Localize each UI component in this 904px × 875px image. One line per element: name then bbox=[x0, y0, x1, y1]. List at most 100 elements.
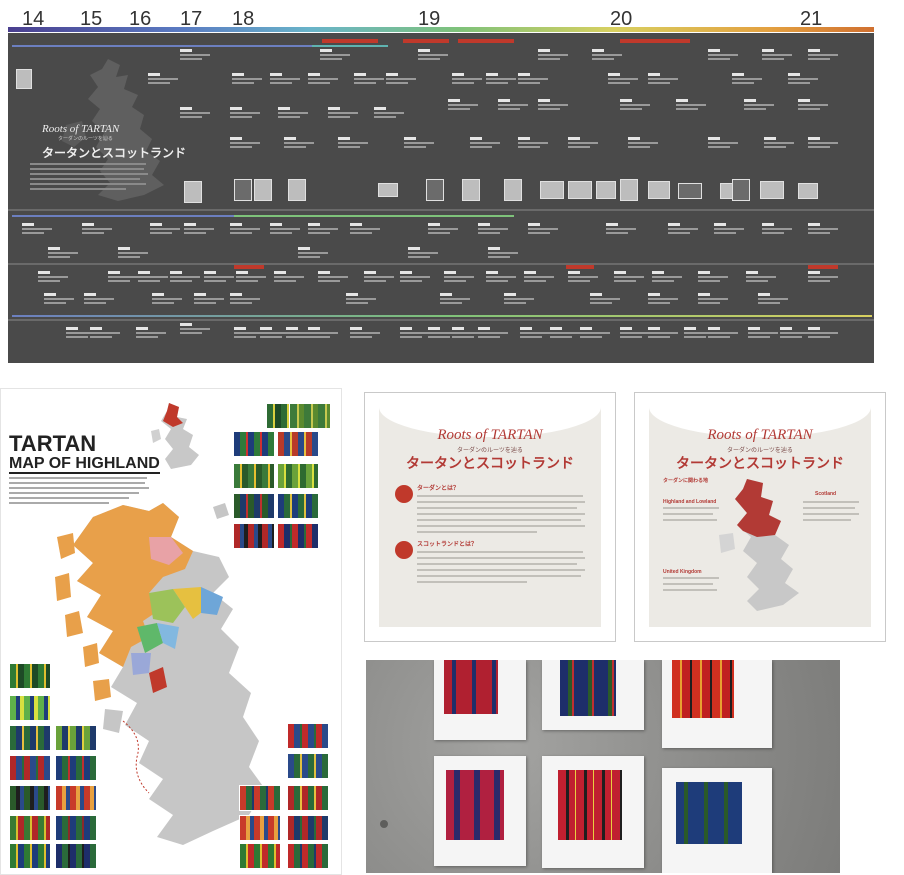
timeline-separator bbox=[8, 263, 874, 265]
timeline-entry bbox=[444, 271, 478, 287]
timeline-entry bbox=[44, 293, 78, 309]
tartan-swatch bbox=[277, 523, 319, 549]
panel-one-q1: ターダンとは？ bbox=[417, 486, 460, 492]
timeline-entry bbox=[620, 99, 654, 115]
tartan-swatch bbox=[233, 493, 275, 519]
timeline-heading-subtitle: ターダンのルーツを辿る bbox=[58, 137, 113, 142]
timeline-entry bbox=[328, 107, 362, 123]
timeline-entry bbox=[48, 247, 82, 263]
timeline-entry bbox=[230, 293, 264, 309]
wall-bolt bbox=[380, 820, 388, 828]
historic-photo bbox=[678, 183, 702, 199]
tartan-swatch bbox=[55, 785, 97, 811]
timeline-entry bbox=[38, 271, 72, 287]
tartan-swatch bbox=[9, 815, 51, 841]
timeline-entry bbox=[84, 293, 118, 309]
timeline-entry bbox=[428, 223, 462, 239]
timeline-entry bbox=[648, 327, 682, 343]
timeline-entry bbox=[318, 271, 352, 287]
uk-region-map bbox=[719, 479, 799, 611]
tartan-swatch bbox=[9, 725, 51, 751]
map-poster-title: TARTAN bbox=[9, 431, 97, 456]
timeline-entry bbox=[204, 271, 238, 287]
timeline-entry bbox=[90, 327, 124, 343]
timeline-entry bbox=[648, 73, 682, 89]
historic-photo bbox=[760, 181, 784, 199]
timeline-entry bbox=[180, 323, 214, 339]
panel-one-title: タータンとスコットランド bbox=[406, 455, 574, 471]
timeline-entry bbox=[708, 327, 742, 343]
timeline-entry bbox=[808, 137, 842, 153]
historic-photo bbox=[568, 181, 592, 199]
timeline-entry bbox=[308, 73, 342, 89]
timeline-poster: 14 15 16 17 18 19 20 21 Roots of TARTAN … bbox=[0, 0, 886, 370]
timeline-entry bbox=[148, 73, 182, 89]
timeline-entry bbox=[590, 293, 624, 309]
tartan-swatch bbox=[287, 785, 329, 811]
timeline-entry bbox=[628, 137, 662, 153]
timeline-entry bbox=[758, 293, 792, 309]
timeline-entry bbox=[338, 137, 372, 153]
tartan-swatch bbox=[233, 431, 275, 457]
timeline-entry bbox=[320, 49, 354, 65]
timeline-entry bbox=[808, 327, 842, 343]
timeline-entry bbox=[746, 271, 780, 287]
timeline-entry bbox=[488, 247, 522, 263]
portrait-photo bbox=[16, 69, 32, 89]
region-label-scotland: Scotland bbox=[815, 491, 837, 497]
tartan-swatch bbox=[287, 753, 329, 779]
timeline-entry bbox=[668, 223, 702, 239]
era-tag bbox=[322, 39, 378, 43]
tartan-frame bbox=[662, 768, 772, 873]
timeline-entry bbox=[108, 271, 142, 287]
timeline-entry bbox=[808, 271, 842, 287]
timeline-entry bbox=[184, 223, 218, 239]
timeline-entry bbox=[592, 49, 626, 65]
timeline-entry bbox=[350, 327, 384, 343]
panel-two-section: ターダンに関わる地 bbox=[663, 478, 709, 484]
timeline-entry bbox=[808, 49, 842, 65]
tartan-swatch bbox=[9, 785, 51, 811]
timeline-panel: Roots of TARTAN ターダンのルーツを辿る タータンとスコットランド bbox=[8, 33, 874, 363]
timeline-entry bbox=[762, 223, 796, 239]
era-tag bbox=[234, 265, 264, 269]
timeline-entry bbox=[374, 107, 408, 123]
era-line bbox=[12, 45, 312, 47]
timeline-entry bbox=[524, 271, 558, 287]
timeline-entry bbox=[170, 271, 204, 287]
region-label-highland: Highland and Lowland bbox=[663, 499, 717, 505]
timeline-entry bbox=[350, 223, 384, 239]
tartan-swatch bbox=[9, 843, 51, 869]
tartan-frame bbox=[542, 660, 644, 730]
info-panel-intro: Roots of TARTAN ターダンのルーツを辿る タータンとスコットランド… bbox=[364, 392, 616, 642]
historic-photo bbox=[504, 179, 522, 201]
timeline-entry bbox=[118, 247, 152, 263]
timeline-entry bbox=[230, 223, 264, 239]
timeline-heading: Roots of TARTAN ターダンのルーツを辿る タータンとスコットランド bbox=[42, 123, 186, 161]
historic-photo bbox=[596, 181, 616, 199]
tartan-swatch bbox=[233, 463, 275, 489]
timeline-entry bbox=[452, 73, 486, 89]
tartan-swatch bbox=[55, 725, 97, 751]
timeline-entry bbox=[308, 223, 342, 239]
historic-photo bbox=[648, 181, 670, 199]
historic-photo bbox=[426, 179, 444, 201]
timeline-entry bbox=[486, 271, 520, 287]
tartan-frame bbox=[662, 660, 772, 748]
timeline-entry bbox=[150, 223, 184, 239]
era-line bbox=[312, 45, 388, 47]
timeline-entry bbox=[270, 73, 304, 89]
timeline-entry bbox=[22, 223, 56, 239]
tartan-swatch bbox=[9, 663, 51, 689]
timeline-entry bbox=[744, 99, 778, 115]
timeline-entry bbox=[748, 327, 782, 343]
timeline-separator bbox=[8, 319, 874, 321]
timeline-entry bbox=[230, 137, 264, 153]
tartan-swatch bbox=[55, 815, 97, 841]
timeline-entry bbox=[520, 327, 554, 343]
panel-two-latin: Roots of TARTAN bbox=[707, 427, 813, 443]
timeline-entry bbox=[478, 223, 512, 239]
timeline-entry bbox=[274, 271, 308, 287]
tartan-swatch bbox=[277, 431, 319, 457]
timeline-entry bbox=[708, 49, 742, 65]
